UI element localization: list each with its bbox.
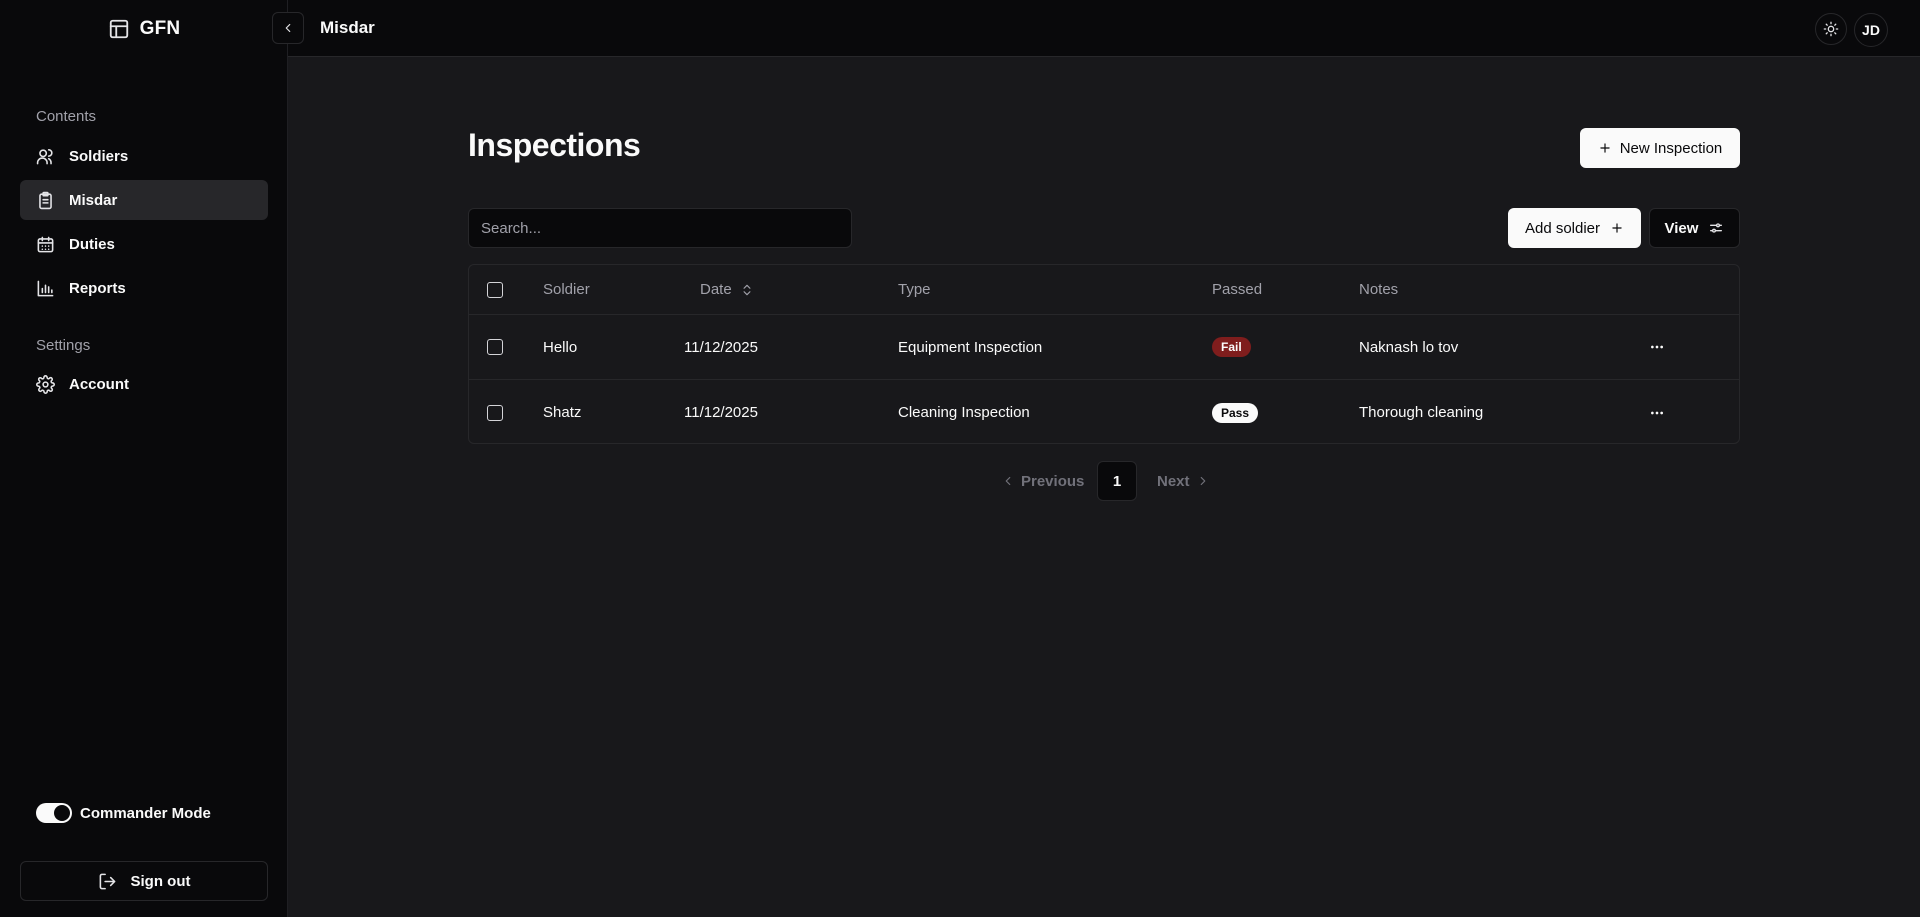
sidebar-item-account[interactable]: Account <box>20 364 268 404</box>
pagination: Previous 1 Next <box>0 461 1920 501</box>
cell-notes: Thorough cleaning <box>1359 404 1484 421</box>
commander-mode-toggle[interactable] <box>36 803 72 823</box>
pagination-page-current[interactable]: 1 <box>1097 461 1137 501</box>
more-horizontal-icon <box>1649 339 1665 355</box>
table-row: Shatz 11/12/2025 Cleaning Inspection Pas… <box>469 380 1739 445</box>
more-horizontal-icon <box>1649 405 1665 421</box>
pagination-previous-label: Previous <box>1021 472 1085 490</box>
clipboard-icon <box>36 191 55 210</box>
table-header-row: Soldier Date Type Passed Notes <box>469 265 1739 315</box>
cell-passed: Fail <box>1212 315 1251 379</box>
status-badge: Fail <box>1212 337 1251 357</box>
sidebar-item-label: Soldiers <box>69 147 129 165</box>
select-all-checkbox[interactable] <box>487 281 503 298</box>
avatar[interactable]: JD <box>1854 13 1888 47</box>
view-options-button[interactable]: View <box>1649 208 1740 248</box>
users-icon <box>36 147 55 166</box>
row-select-cell <box>487 380 503 445</box>
column-header-notes: Notes <box>1359 281 1399 298</box>
inspections-table: Soldier Date Type Passed Notes Hello 11/… <box>468 264 1740 444</box>
view-label: View <box>1664 219 1699 237</box>
column-header-type: Type <box>898 281 931 298</box>
cell-type: Cleaning Inspection <box>898 404 1030 421</box>
brand[interactable]: GFN <box>0 18 288 40</box>
plus-icon <box>1598 141 1612 155</box>
theme-toggle-button[interactable] <box>1815 13 1847 45</box>
sidebar-item-duties[interactable]: Duties <box>20 224 268 264</box>
log-out-icon <box>98 872 117 891</box>
select-all-cell <box>487 265 503 314</box>
cell-passed: Pass <box>1212 380 1259 445</box>
cell-date: 11/12/2025 <box>684 338 758 356</box>
calendar-icon <box>36 235 55 254</box>
plus-icon <box>1610 221 1624 235</box>
sidebar-item-label: Reports <box>69 279 126 297</box>
sidebar: GFN Contents Soldiers Misdar Duties Repo… <box>0 0 288 917</box>
gear-icon <box>36 374 55 394</box>
layout-panel-icon <box>108 18 130 40</box>
column-header-passed: Passed <box>1212 281 1263 298</box>
chevron-right-icon <box>1196 474 1210 488</box>
pagination-next-label: Next <box>1157 472 1190 490</box>
sidebar-item-soldiers[interactable]: Soldiers <box>20 136 268 176</box>
sign-out-button[interactable]: Sign out <box>20 861 268 901</box>
cell-soldier: Shatz <box>543 404 582 421</box>
group-label-settings: Settings <box>36 337 91 354</box>
sun-icon <box>1823 21 1839 37</box>
status-badge: Pass <box>1212 402 1259 423</box>
cell-soldier: Hello <box>543 338 578 356</box>
row-actions-button[interactable] <box>1649 380 1665 445</box>
cell-date: 11/12/2025 <box>684 404 758 421</box>
sign-out-label: Sign out <box>130 872 191 890</box>
row-checkbox[interactable] <box>487 339 503 355</box>
add-soldier-button[interactable]: Add soldier <box>1508 208 1641 248</box>
bar-chart-icon <box>36 279 55 298</box>
table-row: Hello 11/12/2025 Equipment Inspection Fa… <box>469 315 1739 380</box>
commander-mode-label: Commander Mode <box>80 804 211 822</box>
new-inspection-button[interactable]: New Inspection <box>1580 128 1740 168</box>
chevron-left-icon <box>1001 474 1015 488</box>
sidebar-item-label: Account <box>69 375 129 393</box>
new-inspection-label: New Inspection <box>1619 139 1723 157</box>
sidebar-item-misdar[interactable]: Misdar <box>20 180 268 220</box>
search-input[interactable] <box>468 208 852 248</box>
cell-notes: Naknash lo tov <box>1359 338 1459 356</box>
sidebar-item-label: Duties <box>69 235 115 253</box>
group-label-contents: Contents <box>36 108 97 125</box>
topbar: Misdar JD <box>272 0 1920 57</box>
row-actions-button[interactable] <box>1649 315 1665 379</box>
column-header-date[interactable]: Date <box>700 265 754 314</box>
sidebar-item-reports[interactable]: Reports <box>20 268 268 308</box>
brand-name: GFN <box>139 18 181 39</box>
row-select-cell <box>487 315 503 379</box>
cell-type: Equipment Inspection <box>898 338 1043 356</box>
sidebar-item-label: Misdar <box>69 191 118 209</box>
column-header-date-label: Date <box>700 281 732 298</box>
row-checkbox[interactable] <box>487 404 503 421</box>
chevron-left-icon <box>281 21 295 35</box>
sliders-icon <box>1708 220 1724 236</box>
pagination-next[interactable]: Next <box>1157 461 1210 501</box>
page-breadcrumb: Misdar <box>320 18 375 37</box>
add-soldier-label: Add soldier <box>1524 219 1601 237</box>
pagination-previous[interactable]: Previous <box>1001 461 1084 501</box>
toggle-knob <box>54 805 70 821</box>
commander-mode: Commander Mode <box>36 803 211 823</box>
sort-icon <box>740 283 754 297</box>
page-title: Inspections <box>468 127 641 163</box>
column-header-soldier[interactable]: Soldier <box>543 265 590 314</box>
collapse-sidebar-button[interactable] <box>272 12 304 44</box>
